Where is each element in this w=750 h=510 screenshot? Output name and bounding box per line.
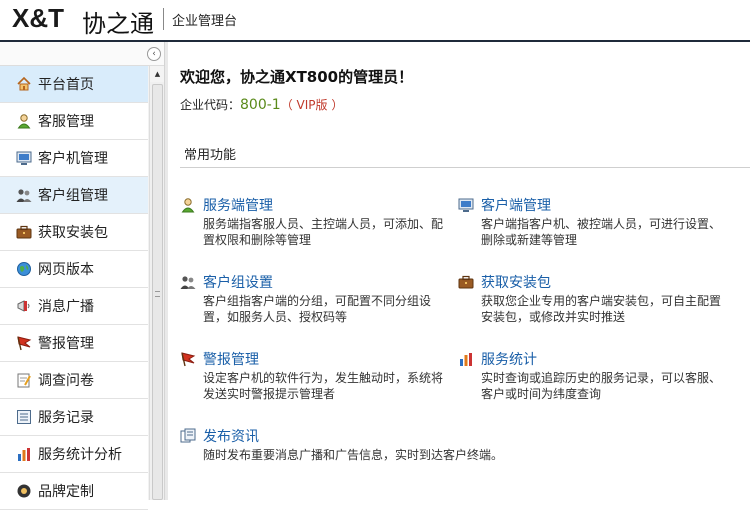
feature-description: 服务端指客服人员、主控端人员，可添加、配置权限和删除等管理 — [203, 217, 444, 247]
sidebar-item-web-version[interactable]: 网页版本 — [0, 251, 148, 288]
feature-link[interactable]: 警报管理 — [203, 349, 259, 369]
list-icon — [16, 409, 32, 425]
section-title: 常用功能 — [184, 148, 237, 163]
feature-agent-management: 服务端管理 服务端指客服人员、主控端人员，可添加、配置权限和删除等管理 — [180, 196, 450, 248]
feature-link[interactable]: 获取安装包 — [481, 272, 551, 292]
app-header: X&T 协之通 企业管理台 — [0, 0, 750, 42]
sidebar-item-client-groups[interactable]: 客户组管理 — [0, 177, 148, 214]
group-icon — [16, 187, 32, 203]
feature-get-package: 获取安装包 获取您企业专用的客户端安装包，可自主配置安装包，或修改并实时推送 — [458, 273, 728, 325]
feature-link[interactable]: 服务端管理 — [203, 195, 273, 215]
sidebar-item-broadcast[interactable]: 消息广播 — [0, 288, 148, 325]
sidebar-item-label: 网页版本 — [38, 262, 94, 278]
briefcase-icon — [458, 274, 474, 290]
feature-link[interactable]: 客户端管理 — [481, 195, 551, 215]
brand-icon — [16, 483, 32, 499]
sidebar-item-alerts[interactable]: 警报管理 — [0, 325, 148, 362]
logo-chinese-name: 协之通 — [82, 10, 154, 38]
sidebar-item-branding[interactable]: 品牌定制 — [0, 473, 148, 510]
company-info: 企业代码：800-1（ VIP版 ） — [180, 96, 343, 113]
home-icon — [16, 76, 32, 92]
news-icon — [180, 428, 196, 444]
feature-description: 随时发布重要消息广播和广告信息，实时到达客户终端。 — [203, 448, 504, 462]
monitor-icon — [16, 150, 32, 166]
group-icon — [180, 274, 196, 290]
sidebar-item-get-package[interactable]: 获取安装包 — [0, 214, 148, 251]
feature-publish-news: 发布资讯 随时发布重要消息广播和广告信息，实时到达客户终端。 — [180, 427, 520, 463]
scroll-up-arrow-icon[interactable]: ▲ — [150, 66, 165, 82]
bar-chart-icon — [458, 351, 474, 367]
collapse-sidebar-button[interactable]: ‹ — [147, 47, 161, 61]
feature-description: 获取您企业专用的客户端安装包，可自主配置安装包，或修改并实时推送 — [481, 294, 722, 324]
sidebar-item-service-records[interactable]: 服务记录 — [0, 399, 148, 436]
sidebar-nav: 平台首页 客服管理 客户机管理 客户组管理 获取安装包 网页版本 消息广播 警报… — [0, 66, 148, 510]
feature-link[interactable]: 客户组设置 — [203, 272, 273, 292]
sidebar-item-label: 客户机管理 — [38, 151, 108, 167]
header-divider — [163, 8, 164, 30]
header-subtitle: 企业管理台 — [172, 14, 238, 29]
sidebar-item-home[interactable]: 平台首页 — [0, 66, 148, 103]
briefcase-icon — [16, 224, 32, 240]
sidebar-item-survey[interactable]: 调查问卷 — [0, 362, 148, 399]
section-divider — [180, 167, 750, 168]
feature-description: 实时查询或追踪历史的服务记录，可以客服、客户或时间为纬度查询 — [481, 371, 722, 401]
sidebar-item-label: 客服管理 — [38, 114, 94, 130]
scrollbar-thumb[interactable] — [152, 84, 163, 500]
sidebar-item-clients[interactable]: 客户机管理 — [0, 140, 148, 177]
feature-description: 客户组指客户端的分组，可配置不同分组设置，如服务人员、授权码等 — [203, 294, 432, 324]
company-code-label: 企业代码： — [180, 98, 241, 112]
sidebar-item-label: 服务记录 — [38, 410, 94, 426]
feature-service-stats: 服务统计 实时查询或追踪历史的服务记录，可以客服、客户或时间为纬度查询 — [458, 350, 728, 402]
sidebar-item-stats[interactable]: 服务统计分析 — [0, 436, 148, 473]
feature-link[interactable]: 服务统计 — [481, 349, 537, 369]
flag-icon — [180, 351, 196, 367]
globe-icon — [16, 261, 32, 277]
feature-alert-management: 警报管理 设定客户机的软件行为，发生触动时，系统将发送实时警报提示管理者 — [180, 350, 450, 402]
sidebar-item-label: 消息广播 — [38, 299, 94, 315]
feature-client-management: 客户端管理 客户端指客户机、被控端人员，可进行设置、删除或新建等管理 — [458, 196, 728, 248]
sidebar: ‹ 平台首页 客服管理 客户机管理 客户组管理 获取安装包 网页版本 消息广播 … — [0, 42, 168, 510]
feature-description: 客户端指客户机、被控端人员，可进行设置、删除或新建等管理 — [481, 217, 722, 247]
bar-chart-icon — [16, 446, 32, 462]
sidebar-scrollbar[interactable]: ▲ — [149, 66, 165, 500]
feature-client-group-settings: 客户组设置 客户组指客户端的分组，可配置不同分组设置，如服务人员、授权码等 — [180, 273, 450, 325]
feature-link[interactable]: 发布资讯 — [203, 426, 259, 446]
sidebar-item-label: 获取安装包 — [38, 225, 108, 241]
user-icon — [16, 113, 32, 129]
welcome-heading: 欢迎您，协之通XT800的管理员！ — [180, 68, 414, 86]
logo: X&T — [12, 3, 64, 33]
survey-icon — [16, 372, 32, 388]
monitor-icon — [458, 197, 474, 213]
company-code: 800-1 — [240, 97, 281, 113]
user-icon — [180, 197, 196, 213]
vip-badge: （ VIP版 ） — [280, 98, 344, 112]
sidebar-item-label: 警报管理 — [38, 336, 94, 352]
main-content: 欢迎您，协之通XT800的管理员！ 企业代码：800-1（ VIP版 ） 常用功… — [168, 42, 750, 500]
grip-icon — [155, 291, 160, 297]
sidebar-item-label: 客户组管理 — [38, 188, 108, 204]
sidebar-item-agents[interactable]: 客服管理 — [0, 103, 148, 140]
sidebar-item-label: 品牌定制 — [38, 484, 94, 500]
flag-icon — [16, 335, 32, 351]
sidebar-item-label: 调查问卷 — [38, 373, 94, 389]
feature-description: 设定客户机的软件行为，发生触动时，系统将发送实时警报提示管理者 — [203, 371, 444, 401]
megaphone-icon — [16, 298, 32, 314]
sidebar-item-label: 服务统计分析 — [38, 447, 122, 463]
sidebar-toolbar: ‹ — [0, 42, 164, 66]
sidebar-item-label: 平台首页 — [38, 77, 94, 93]
